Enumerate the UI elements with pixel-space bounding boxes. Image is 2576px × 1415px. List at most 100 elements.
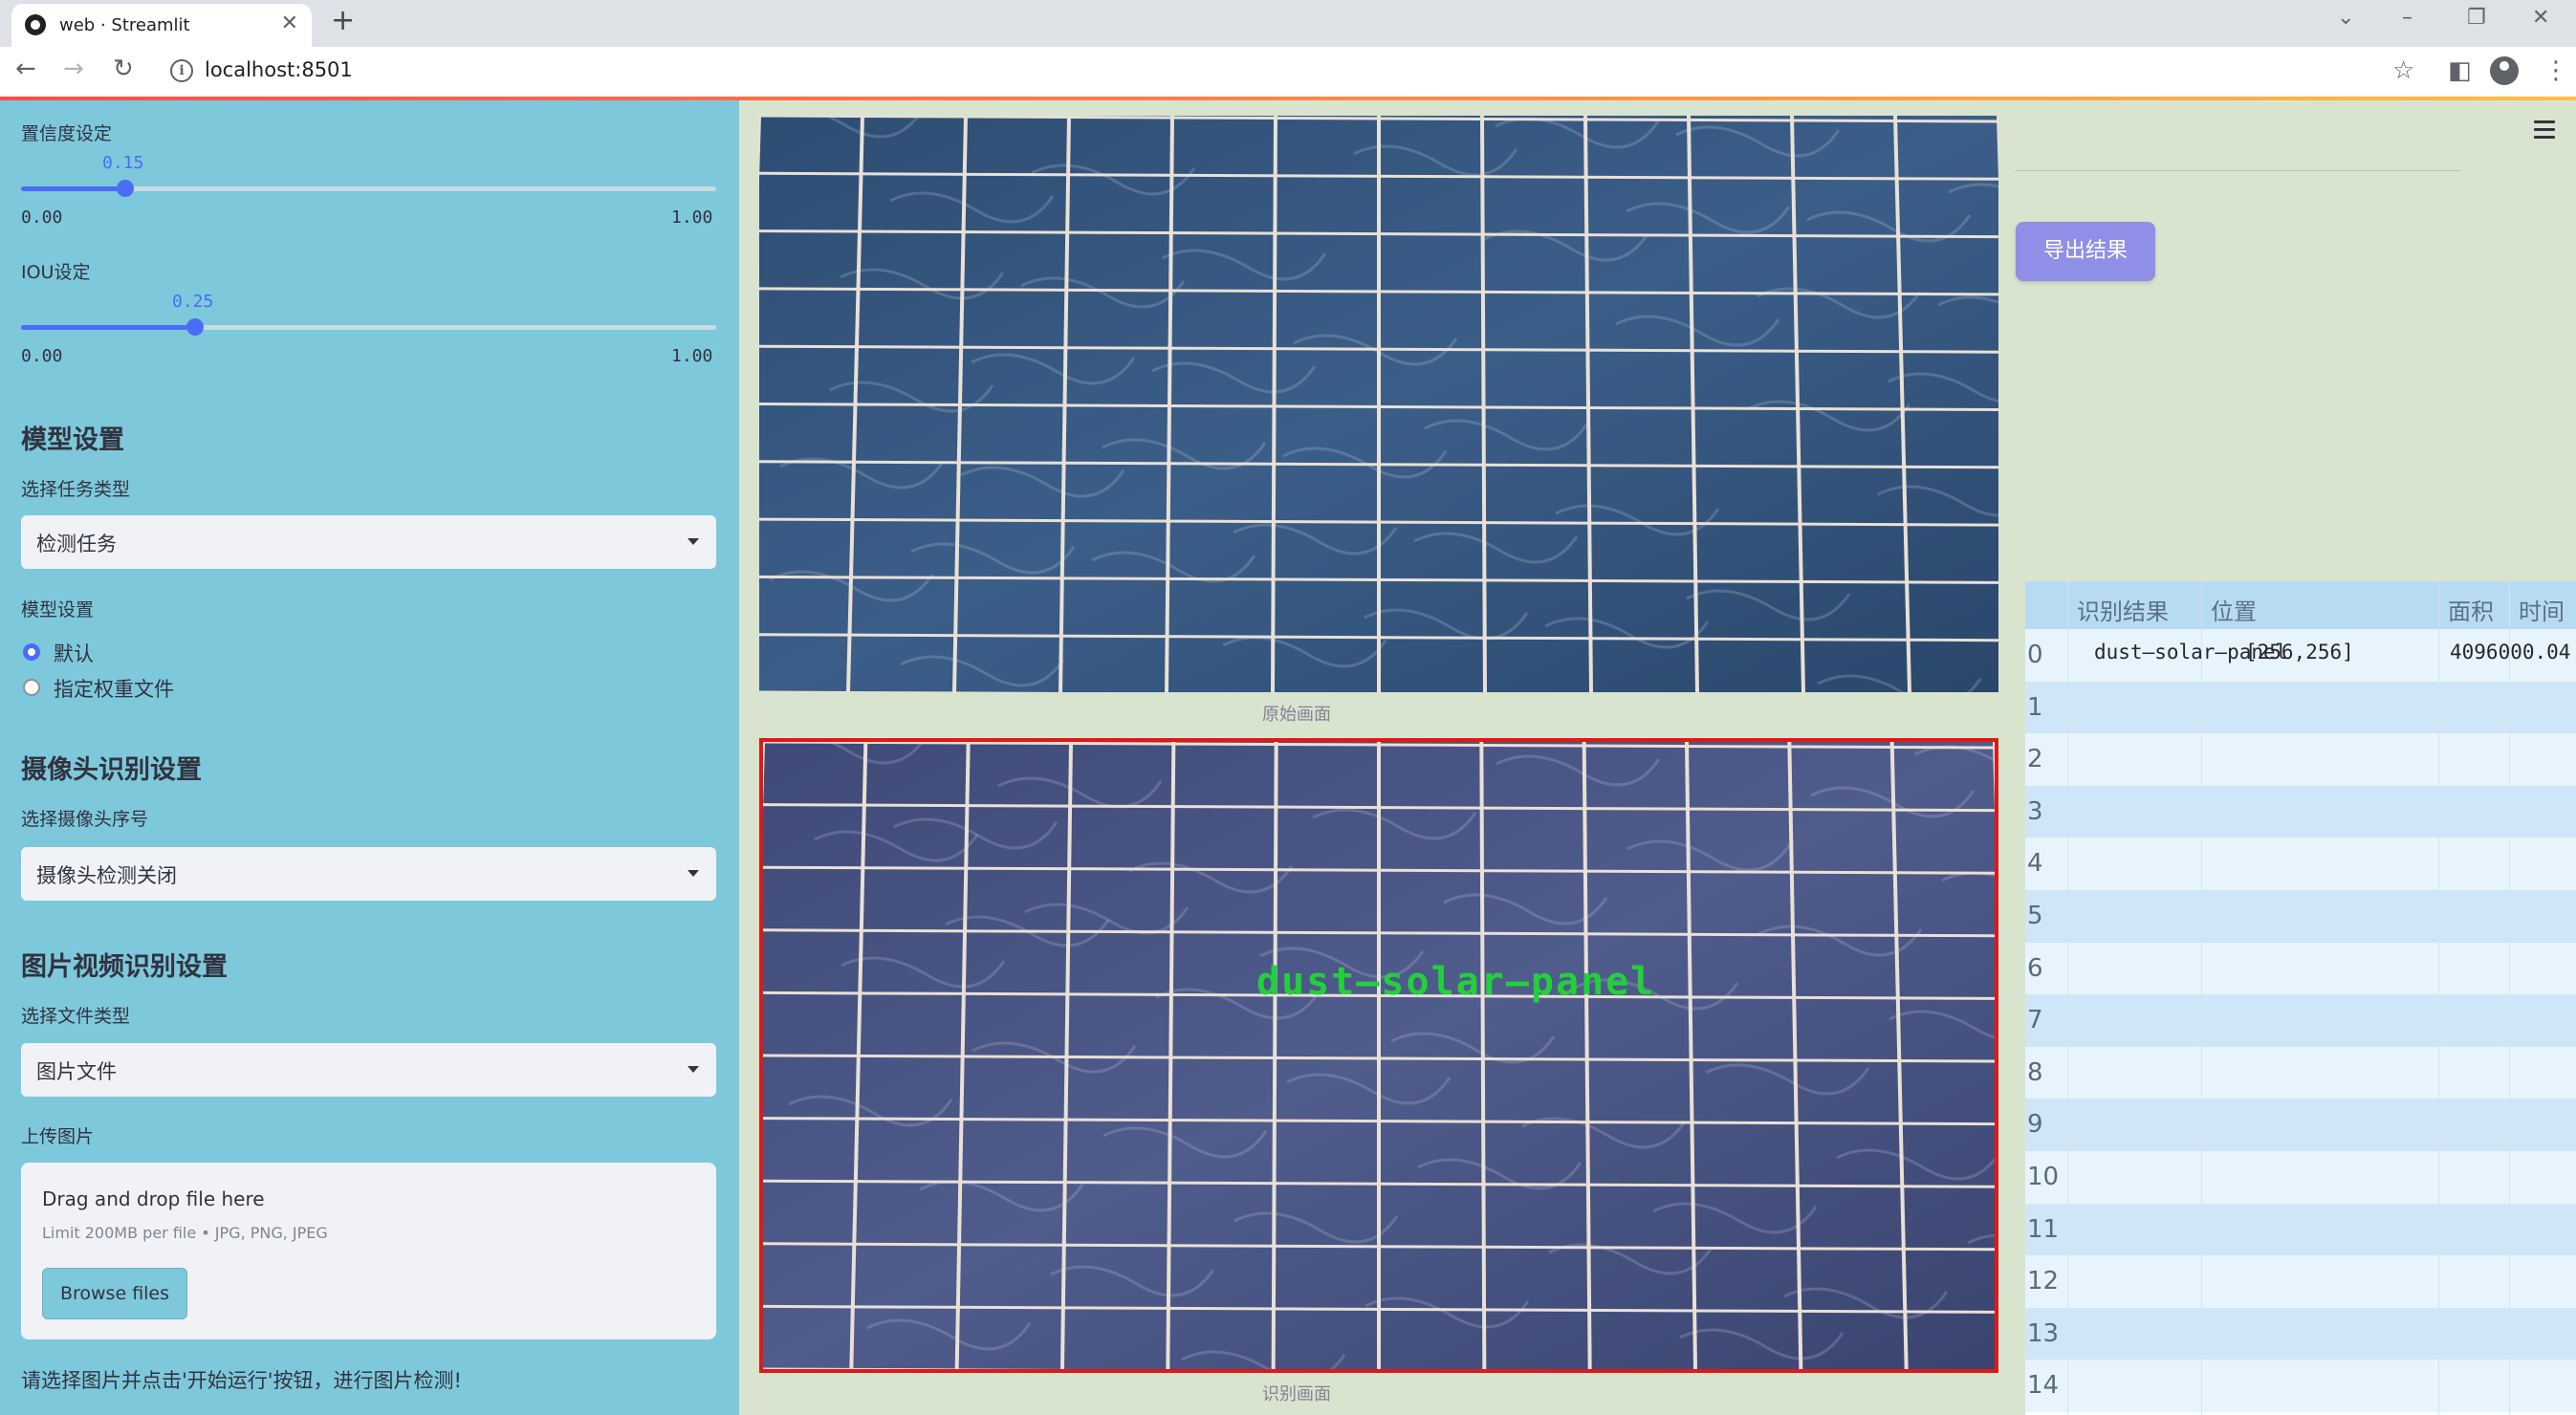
confidence-slider-thumb[interactable] bbox=[117, 180, 135, 197]
file-type-value: 图片文件 bbox=[36, 1060, 117, 1083]
table-row[interactable]: 3 bbox=[2025, 785, 2576, 838]
radio-custom-weights-label[interactable]: 指定权重文件 bbox=[54, 674, 174, 703]
results-table[interactable]: 识别结果 位置 面积 时间 0 dust—solar—panel [256,256]… bbox=[2025, 581, 2576, 1415]
table-row[interactable]: 8 bbox=[2025, 1046, 2576, 1099]
iou-min: 0.00 bbox=[21, 346, 63, 366]
table-row[interactable]: 1 bbox=[2025, 681, 2576, 734]
table-row[interactable]: 0 dust—solar—panel [256,256] 4096000.04 bbox=[2025, 629, 2576, 682]
row-index: 0 bbox=[2027, 641, 2043, 669]
back-icon[interactable]: ← bbox=[15, 54, 36, 83]
iou-slider[interactable] bbox=[21, 318, 716, 336]
file-uploader-dropzone[interactable]: Drag and drop file here Limit 200MB per … bbox=[21, 1163, 716, 1339]
row-index: 9 bbox=[2027, 1110, 2043, 1140]
detection-label: dust—solar—panel bbox=[1256, 960, 1656, 1004]
browser-tab-bar: web · Streamlit ✕ + ⌄ – ❐ ✕ bbox=[0, 0, 2576, 47]
detection-image bbox=[759, 738, 1998, 1373]
table-row[interactable]: 9 bbox=[2025, 1099, 2576, 1151]
column-header-area[interactable]: 面积 bbox=[2448, 593, 2494, 626]
browse-files-button[interactable]: Browse files bbox=[42, 1268, 187, 1319]
iou-value: 0.25 bbox=[172, 292, 214, 312]
confidence-label: 置信度设定 bbox=[21, 123, 113, 144]
minimize-icon[interactable]: – bbox=[2402, 6, 2412, 30]
camera-settings-heading: 摄像头识别设置 bbox=[21, 755, 202, 785]
row-index: 5 bbox=[2027, 902, 2043, 930]
address-bar[interactable]: localhost:8501 bbox=[205, 58, 353, 81]
new-tab-button[interactable]: + bbox=[331, 4, 355, 37]
radio-custom-weights[interactable] bbox=[23, 679, 40, 696]
table-row[interactable]: 12 bbox=[2025, 1255, 2576, 1308]
chevron-down-icon bbox=[688, 1066, 699, 1073]
column-divider bbox=[2201, 581, 2202, 1415]
file-type-select[interactable]: 图片文件 bbox=[21, 1043, 716, 1097]
table-row[interactable]: 7 bbox=[2025, 994, 2576, 1047]
table-row[interactable]: 4 bbox=[2025, 838, 2576, 890]
confidence-min: 0.00 bbox=[21, 207, 63, 228]
original-caption: 原始画面 bbox=[1262, 705, 1331, 725]
table-row[interactable]: 5 bbox=[2025, 890, 2576, 943]
reload-icon[interactable]: ↻ bbox=[113, 54, 134, 83]
side-panel-icon[interactable]: ◧ bbox=[2448, 56, 2472, 85]
confidence-slider[interactable] bbox=[21, 180, 716, 197]
radio-default[interactable] bbox=[23, 643, 40, 661]
browser-toolbar: ← → ↻ i localhost:8501 ☆ ◧ ⋮ bbox=[0, 47, 2576, 98]
row-index: 2 bbox=[2027, 745, 2043, 774]
table-row[interactable]: 6 bbox=[2025, 942, 2576, 995]
bookmark-star-icon[interactable]: ☆ bbox=[2392, 56, 2414, 85]
divider bbox=[2015, 170, 2460, 171]
row-index: 11 bbox=[2027, 1214, 2060, 1244]
task-type-value: 检测任务 bbox=[36, 533, 117, 555]
close-tab-icon[interactable]: ✕ bbox=[281, 11, 298, 35]
site-info-icon[interactable]: i bbox=[170, 59, 193, 82]
row-index: 14 bbox=[2027, 1371, 2060, 1401]
upload-limit-text: Limit 200MB per file • JPG, PNG, JPEG bbox=[42, 1224, 328, 1242]
table-row[interactable]: 10 bbox=[2025, 1151, 2576, 1204]
iou-label: IOU设定 bbox=[21, 262, 91, 283]
confidence-max: 1.00 bbox=[671, 207, 713, 228]
browser-tab[interactable]: web · Streamlit ✕ bbox=[11, 4, 312, 47]
iou-max: 1.00 bbox=[671, 346, 713, 366]
camera-index-value: 摄像头检测关闭 bbox=[36, 864, 177, 887]
file-settings-heading: 图片视频识别设置 bbox=[21, 952, 228, 982]
column-header-result[interactable]: 识别结果 bbox=[2077, 593, 2169, 626]
row-index: 13 bbox=[2027, 1318, 2060, 1348]
detected-caption: 识别画面 bbox=[1262, 1384, 1331, 1404]
row-index: 4 bbox=[2027, 849, 2043, 879]
drop-text: Drag and drop file here bbox=[42, 1187, 265, 1210]
iou-slider-fill bbox=[21, 325, 195, 330]
upload-label: 上传图片 bbox=[21, 1126, 95, 1147]
streamlit-logo-icon bbox=[25, 14, 46, 35]
chevron-down-icon bbox=[688, 538, 699, 545]
tab-title: web · Streamlit bbox=[59, 15, 190, 35]
row-index: 12 bbox=[2027, 1267, 2060, 1296]
camera-index-label: 选择摄像头序号 bbox=[21, 809, 149, 830]
app-menu-icon[interactable] bbox=[2534, 120, 2555, 143]
model-settings-heading: 模型设置 bbox=[21, 425, 124, 455]
profile-avatar-icon[interactable] bbox=[2490, 56, 2519, 85]
row-index: 10 bbox=[2027, 1163, 2060, 1191]
table-row[interactable]: 13 bbox=[2025, 1307, 2576, 1361]
sidebar-instruction: 请选择图片并点击'开始运行'按钮，进行图片检测! bbox=[21, 1369, 462, 1392]
iou-slider-thumb[interactable] bbox=[186, 318, 204, 336]
row-index: 7 bbox=[2027, 1006, 2043, 1035]
table-header: 识别结果 位置 面积 时间 bbox=[2025, 581, 2576, 629]
column-header-position[interactable]: 位置 bbox=[2211, 593, 2257, 626]
radio-default-label[interactable]: 默认 bbox=[54, 639, 94, 667]
camera-index-select[interactable]: 摄像头检测关闭 bbox=[21, 847, 716, 901]
cell-area: 4096000.04 bbox=[2450, 641, 2571, 664]
table-row[interactable]: 14 bbox=[2025, 1360, 2576, 1412]
restore-icon[interactable]: ❐ bbox=[2467, 6, 2486, 30]
row-index: 1 bbox=[2027, 692, 2043, 722]
browser-menu-icon[interactable]: ⋮ bbox=[2543, 56, 2568, 85]
tab-search-icon[interactable]: ⌄ bbox=[2337, 6, 2354, 30]
table-row[interactable]: 2 bbox=[2025, 733, 2576, 786]
column-header-time[interactable]: 时间 bbox=[2519, 593, 2565, 626]
column-divider bbox=[2509, 581, 2510, 1415]
task-type-select[interactable]: 检测任务 bbox=[21, 515, 716, 569]
forward-icon[interactable]: → bbox=[63, 54, 84, 83]
confidence-value: 0.15 bbox=[102, 153, 144, 173]
table-row[interactable]: 11 bbox=[2025, 1203, 2576, 1256]
column-divider bbox=[2067, 581, 2068, 1415]
window-close-icon[interactable]: ✕ bbox=[2532, 6, 2549, 30]
confidence-slider-fill bbox=[21, 186, 126, 191]
export-results-button[interactable]: 导出结果 bbox=[2016, 222, 2155, 281]
